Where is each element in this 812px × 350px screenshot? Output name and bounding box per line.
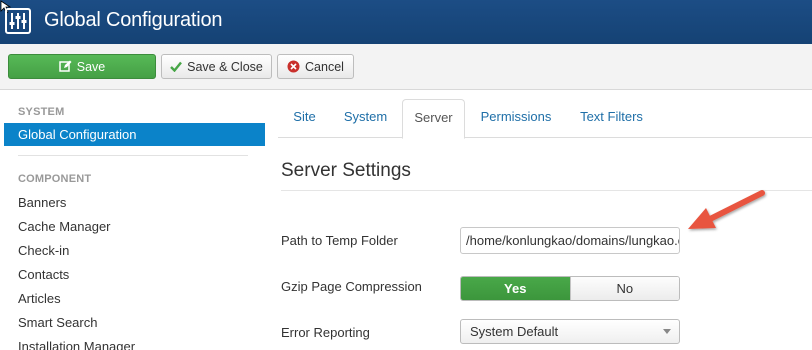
tab-server[interactable]: Server [402, 99, 465, 139]
gzip-yes-option[interactable]: Yes [461, 277, 570, 300]
tab-text-filters[interactable]: Text Filters [571, 99, 652, 138]
sidebar-item-contacts[interactable]: Contacts [18, 267, 69, 282]
sliders-icon [5, 8, 31, 34]
chevron-down-icon [663, 329, 671, 334]
save-close-button[interactable]: Save & Close [161, 54, 272, 79]
section-title: Server Settings [281, 160, 411, 181]
save-close-button-label: Save & Close [187, 59, 263, 74]
cancel-circle-icon [287, 60, 300, 73]
error-reporting-label: Error Reporting [281, 325, 370, 340]
sidebar-header-component: COMPONENT [18, 173, 92, 185]
sidebar-item-articles[interactable]: Articles [18, 291, 61, 306]
sidebar-item-banners[interactable]: Banners [18, 195, 66, 210]
app-header: Global Configuration [0, 0, 812, 44]
gzip-label: Gzip Page Compression [281, 279, 422, 294]
tab-system[interactable]: System [335, 99, 396, 138]
save-button[interactable]: Save [8, 54, 156, 79]
sidebar-item-cache-manager[interactable]: Cache Manager [18, 219, 111, 234]
edit-icon [59, 60, 72, 72]
gzip-toggle: Yes No [460, 276, 680, 301]
sidebar-header-system: SYSTEM [18, 106, 65, 118]
cancel-button[interactable]: Cancel [277, 54, 354, 79]
sidebar-item-installation-manager[interactable]: Installation Manager [18, 339, 135, 350]
temp-path-input[interactable]: /home/konlungkao/domains/lungkao.com/pub… [460, 227, 680, 254]
sidebar-item-smart-search[interactable]: Smart Search [18, 315, 97, 330]
tab-site[interactable]: Site [282, 99, 327, 138]
check-icon [170, 61, 183, 72]
temp-path-label: Path to Temp Folder [281, 233, 398, 248]
toolbar: Save Save & Close Cancel [0, 44, 812, 90]
sidebar-item-check-in[interactable]: Check-in [18, 243, 69, 258]
page-title: Global Configuration [44, 9, 223, 31]
cancel-button-label: Cancel [305, 59, 344, 74]
sidebar: SYSTEM Global Configuration COMPONENT Ba… [0, 90, 270, 350]
gzip-no-option[interactable]: No [569, 277, 679, 300]
error-reporting-value: System Default [470, 324, 559, 339]
sidebar-item-global-configuration[interactable]: Global Configuration [4, 123, 265, 146]
sidebar-divider [18, 155, 248, 156]
save-button-label: Save [76, 59, 106, 74]
config-tabs: Site System Server Permissions Text Filt… [278, 99, 812, 139]
annotation-arrow-icon [688, 190, 765, 229]
tab-permissions[interactable]: Permissions [474, 99, 558, 138]
error-reporting-select[interactable]: System Default [460, 319, 680, 344]
